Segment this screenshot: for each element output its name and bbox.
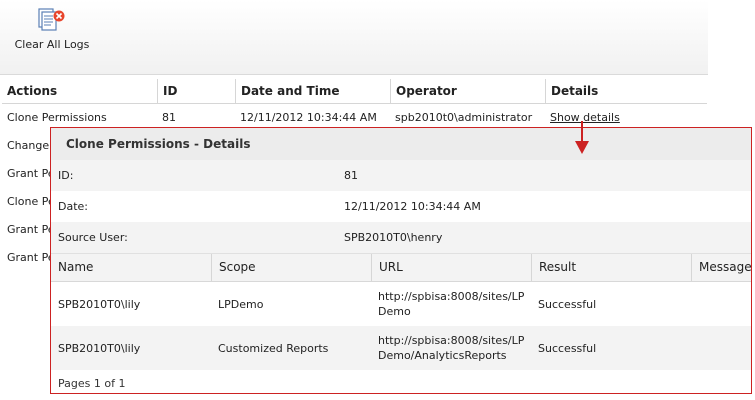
detail-field-source-user: Source User: SPB2010T0\henry <box>51 222 751 253</box>
column-header-actions[interactable]: Actions <box>2 79 157 103</box>
clear-all-logs-button[interactable]: Clear All Logs <box>12 4 92 54</box>
toolbar: Clear All Logs <box>0 0 708 75</box>
details-popup: Clone Permissions - Details ID: 81 Date:… <box>50 127 752 394</box>
grid-header: Actions ID Date and Time Operator Detail… <box>2 79 707 104</box>
column-header-date[interactable]: Date and Time <box>235 79 390 103</box>
details-table-header: Name Scope URL Result Message <box>51 253 752 282</box>
field-value: SPB2010T0\henry <box>344 231 443 244</box>
field-value: 12/11/2012 10:34:44 AM <box>344 200 481 213</box>
cell-result: Successful <box>538 341 597 355</box>
cell-result: Successful <box>538 297 597 311</box>
pager: Pages 1 of 1 <box>58 377 126 390</box>
cell-action: Grant Pe <box>7 251 50 264</box>
clear-all-logs-label: Clear All Logs <box>14 38 90 51</box>
cell-action: Grant Pe <box>7 167 50 180</box>
cell-scope: LPDemo <box>218 297 264 311</box>
callout-arrow-icon <box>575 121 589 154</box>
cell-action: Grant Pe <box>7 223 50 236</box>
column-header-url[interactable]: URL <box>371 254 531 281</box>
field-label: Date: <box>58 200 88 213</box>
cell-name: SPB2010T0\lily <box>58 297 141 311</box>
field-label: ID: <box>58 169 74 182</box>
column-header-operator[interactable]: Operator <box>390 79 545 103</box>
table-row[interactable]: SPB2010T0\lily Customized Reports http:/… <box>51 326 751 370</box>
cell-action: Change I <box>7 139 50 152</box>
detail-field-id: ID: 81 <box>51 160 751 191</box>
column-header-id[interactable]: ID <box>157 79 235 103</box>
field-label: Source User: <box>58 231 128 244</box>
cell-url: http://spbisa:8008/sites/LPDemo <box>378 290 525 318</box>
column-header-scope[interactable]: Scope <box>211 254 371 281</box>
detail-field-date: Date: 12/11/2012 10:34:44 AM <box>51 191 751 222</box>
column-header-name[interactable]: Name <box>51 254 211 281</box>
field-value: 81 <box>344 169 358 182</box>
cell-action: Clone Pe <box>7 195 50 208</box>
cell-name: SPB2010T0\lily <box>58 341 141 355</box>
cell-url: http://spbisa:8008/sites/LPDemo/Analytic… <box>378 334 525 362</box>
popup-title: Clone Permissions - Details <box>51 128 751 160</box>
column-header-message[interactable]: Message <box>691 254 752 281</box>
table-row[interactable]: SPB2010T0\lily LPDemo http://spbisa:8008… <box>51 282 751 326</box>
clear-logs-icon <box>38 8 65 31</box>
column-header-details[interactable]: Details <box>545 79 707 103</box>
cell-scope: Customized Reports <box>218 341 329 355</box>
column-header-result[interactable]: Result <box>531 254 691 281</box>
